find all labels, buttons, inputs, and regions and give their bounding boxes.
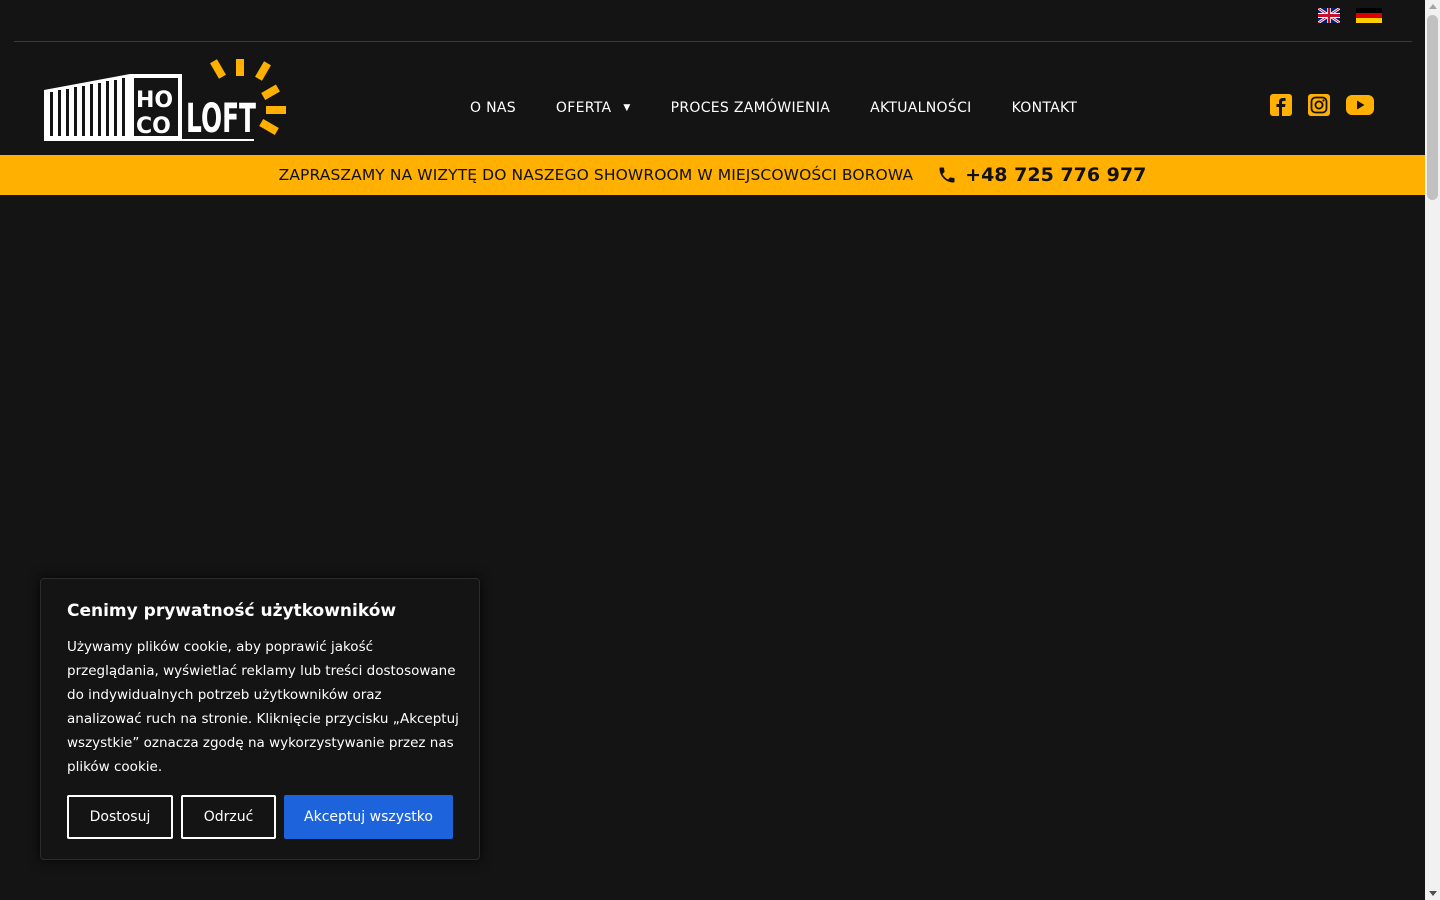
youtube-icon[interactable] <box>1346 94 1374 116</box>
site-header: HO CO LOFT O NAS OFERTA ▼ PROCES ZAMÓWIE… <box>0 42 1425 155</box>
phone-number: +48 725 776 977 <box>965 164 1147 186</box>
facebook-icon[interactable] <box>1270 94 1292 116</box>
logo-text-co: CO <box>136 114 171 139</box>
scroll-down-arrow-icon[interactable] <box>1428 891 1437 896</box>
nav-item-label: OFERTA <box>555 100 612 116</box>
uk-flag-icon[interactable] <box>1318 8 1340 23</box>
nav-item-oferta[interactable]: OFERTA ▼ <box>556 100 631 116</box>
scrollbar-thumb[interactable] <box>1427 15 1438 200</box>
page: HO CO LOFT O NAS OFERTA ▼ PROCES ZAMÓWIE… <box>0 0 1425 900</box>
cookie-description: Używamy plików cookie, aby poprawić jako… <box>67 639 459 775</box>
chevron-down-icon: ▼ <box>623 103 631 113</box>
vertical-scrollbar[interactable] <box>1425 0 1440 900</box>
nav-item-label: PROCES ZAMÓWIENIA <box>670 100 831 116</box>
logo-text-loft: LOFT <box>186 96 256 142</box>
nav-item-kontakt[interactable]: KONTAKT <box>1012 100 1078 116</box>
scroll-up-arrow-icon[interactable] <box>1428 4 1437 9</box>
cookie-consent-dialog: Cenimy prywatność użytkowników Używamy p… <box>40 578 480 860</box>
nav-item-label: AKTUALNOŚCI <box>870 100 972 116</box>
reject-button[interactable]: Odrzuć <box>181 795 276 839</box>
cookie-title: Cenimy prywatność użytkowników <box>67 601 397 621</box>
nav-item-aktualnosci[interactable]: AKTUALNOŚCI <box>870 100 971 116</box>
nav-item-label: KONTAKT <box>1011 100 1078 116</box>
hocoloft-logo[interactable]: HO CO LOFT <box>42 56 295 142</box>
germany-flag-icon[interactable] <box>1356 8 1382 23</box>
showroom-banner: ZAPRASZAMY NA WIZYTĘ DO NASZEGO SHOWROOM… <box>0 155 1425 195</box>
nav-item-proces-zamowienia[interactable]: PROCES ZAMÓWIENIA <box>671 100 831 116</box>
phone-icon <box>939 167 955 183</box>
main-nav: O NAS OFERTA ▼ PROCES ZAMÓWIENIA AKTUALN… <box>450 96 1117 120</box>
accept-all-button[interactable]: Akceptuj wszystko <box>284 795 453 839</box>
instagram-icon[interactable] <box>1308 94 1330 116</box>
nav-item-label: O NAS <box>470 100 516 116</box>
logo-text-ho: HO <box>136 88 173 113</box>
banner-text: ZAPRASZAMY NA WIZYTĘ DO NASZEGO SHOWROOM… <box>278 166 914 184</box>
cookie-buttons: Dostosuj Odrzuć Akceptuj wszystko <box>67 795 453 839</box>
nav-item-o-nas[interactable]: O NAS <box>470 100 516 116</box>
customize-button[interactable]: Dostosuj <box>67 795 173 839</box>
social-links <box>1270 94 1390 116</box>
language-bar <box>14 0 1412 42</box>
phone-link[interactable]: +48 725 776 977 <box>937 164 1146 186</box>
